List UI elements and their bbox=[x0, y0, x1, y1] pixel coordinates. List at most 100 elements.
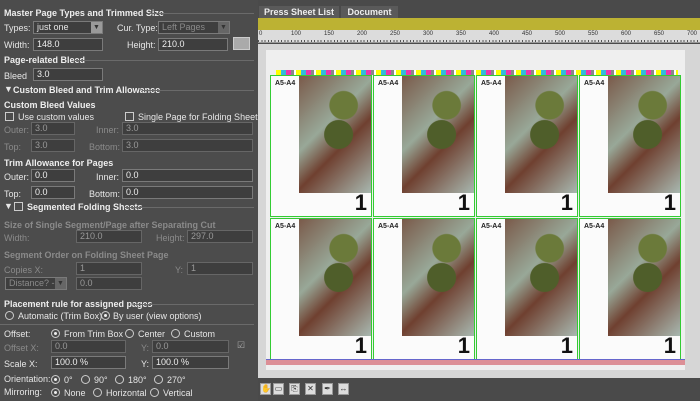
copies-y-input[interactable]: 1 bbox=[187, 262, 253, 275]
seg-height-label: Height: bbox=[156, 233, 185, 243]
orientation-270-radio[interactable] bbox=[154, 375, 163, 384]
segmented-checkbox[interactable] bbox=[14, 202, 23, 211]
copies-x-label: Copies X: bbox=[4, 265, 44, 275]
page-label: A5-A4 bbox=[378, 223, 399, 230]
page-thumbnail[interactable]: A5-A4 1 bbox=[270, 75, 372, 217]
mirroring-none-radio[interactable] bbox=[51, 388, 60, 397]
section-title[interactable]: Custom Bleed and Trim Allowance bbox=[13, 85, 160, 95]
page-thumbnail[interactable]: A5-A4 1 bbox=[476, 218, 578, 360]
page-thumbnail[interactable]: A5-A4 1 bbox=[270, 218, 372, 360]
orientation-90-radio[interactable] bbox=[81, 375, 90, 384]
page-thumbnail[interactable]: A5-A4 1 bbox=[476, 75, 578, 217]
subsection-title: Custom Bleed Values bbox=[4, 100, 96, 110]
from-trim-label: From Trim Box bbox=[64, 329, 124, 339]
page-number: 1 bbox=[354, 190, 367, 215]
types-select[interactable]: just one ▼ bbox=[33, 21, 103, 34]
cur-type-select[interactable]: Left Pages ▼ bbox=[158, 21, 230, 34]
bleed-outer-input[interactable]: 3.0 bbox=[31, 122, 75, 135]
top-label: Top: bbox=[4, 142, 22, 152]
page-image bbox=[505, 219, 577, 336]
ruler-tick-label: 500 bbox=[555, 31, 566, 37]
bleed-inner-input[interactable]: 3.0 bbox=[122, 122, 253, 135]
measure-tool-icon[interactable]: ↔ bbox=[338, 383, 349, 395]
page-number: 1 bbox=[560, 190, 573, 215]
page-thumbnail[interactable]: A5-A4 1 bbox=[579, 75, 681, 217]
trim-top-input[interactable]: 0.0 bbox=[31, 186, 75, 199]
page-label: A5-A4 bbox=[275, 223, 296, 230]
orientation-180-radio[interactable] bbox=[115, 375, 124, 384]
page-image bbox=[299, 76, 371, 193]
trim-bottom-input[interactable]: 0.0 bbox=[122, 186, 253, 199]
bleed-top-input[interactable]: 3.0 bbox=[31, 139, 75, 152]
mirroring-none-label: None bbox=[64, 388, 86, 398]
trim-outer-input[interactable]: 0.0 bbox=[31, 169, 75, 182]
custom-label: Custom bbox=[184, 329, 216, 339]
bleed-label: Bleed bbox=[4, 71, 28, 81]
frame-tool-icon[interactable]: ▭ bbox=[273, 383, 284, 395]
from-trim-box-radio[interactable] bbox=[51, 329, 60, 338]
apply-check-icon[interactable]: ☑ bbox=[237, 340, 245, 351]
collapse-arrow-icon[interactable]: ▼ bbox=[4, 84, 13, 94]
offset-x-input[interactable]: 0.0 bbox=[51, 340, 126, 353]
bottom-label: Bottom: bbox=[89, 142, 121, 152]
seg-height-input[interactable]: 297.0 bbox=[187, 230, 253, 243]
page-image bbox=[299, 219, 371, 336]
types-label: Types: bbox=[4, 23, 31, 33]
seg-width-label: Width: bbox=[4, 233, 30, 243]
by-user-radio[interactable] bbox=[101, 311, 110, 320]
ruler-tick-label: 600 bbox=[621, 31, 632, 37]
page-size-picker-button[interactable] bbox=[233, 37, 250, 50]
bleed-input[interactable]: 3.0 bbox=[33, 68, 103, 81]
ruler-tick-label: 550 bbox=[588, 31, 599, 37]
chevron-down-icon: ▼ bbox=[91, 22, 102, 33]
page-image bbox=[505, 76, 577, 193]
distance-input[interactable]: 0.0 bbox=[76, 277, 142, 290]
orientation-0-radio[interactable] bbox=[51, 375, 60, 384]
height-input[interactable]: 210.0 bbox=[158, 38, 228, 51]
ruler-tick-label: 0 bbox=[259, 31, 263, 37]
page-image bbox=[608, 76, 680, 193]
automatic-label: Automatic (Trim Box) bbox=[18, 311, 103, 321]
mirroring-horizontal-radio[interactable] bbox=[93, 388, 102, 397]
single-page-checkbox[interactable] bbox=[125, 112, 134, 121]
page-number: 1 bbox=[560, 333, 573, 358]
page-label: A5-A4 bbox=[378, 80, 399, 87]
inner-label: Inner: bbox=[96, 172, 120, 182]
orientation-label: Orientation: bbox=[4, 374, 51, 384]
press-sheet-canvas[interactable]: A5-A4 1 A5-A4 1 A5-A4 1 A5-A4 1 A5-A4 1 A5-A4 1 A5-A… bbox=[258, 44, 700, 378]
scale-x-input[interactable]: 100.0 % bbox=[51, 356, 126, 369]
single-page-label: Single Page for Folding Sheet bbox=[138, 112, 258, 122]
page-number: 1 bbox=[457, 333, 470, 358]
bleed-bottom-input[interactable]: 3.0 bbox=[122, 139, 253, 152]
page-thumbnail[interactable]: A5-A4 1 bbox=[373, 218, 475, 360]
mirroring-vertical-radio[interactable] bbox=[150, 388, 159, 397]
page-thumbnail[interactable]: A5-A4 1 bbox=[373, 75, 475, 217]
chevron-down-icon: ▼ bbox=[218, 22, 229, 33]
pages-tool-icon[interactable]: ⎘ bbox=[289, 383, 300, 395]
mirroring-label: Mirroring: bbox=[4, 387, 43, 397]
page-label: A5-A4 bbox=[584, 80, 605, 87]
seg-width-input[interactable]: 210.0 bbox=[76, 230, 142, 243]
layout-panel: Master Page Types and Trimmed Size Types… bbox=[0, 0, 258, 401]
hand-tool-icon[interactable]: ✋ bbox=[260, 383, 271, 395]
custom-radio[interactable] bbox=[171, 329, 180, 338]
offset-y-input[interactable]: 0.0 bbox=[152, 340, 229, 353]
scale-y-input[interactable]: 100.0 % bbox=[152, 356, 229, 369]
trim-inner-input[interactable]: 0.0 bbox=[122, 169, 253, 182]
distance-select[interactable]: Distance? - ? ▼ bbox=[5, 277, 67, 290]
automatic-radio[interactable] bbox=[5, 311, 14, 320]
page-label: A5-A4 bbox=[584, 223, 605, 230]
use-custom-values-checkbox[interactable] bbox=[5, 112, 14, 121]
fit-tool-icon[interactable]: ✕ bbox=[305, 383, 316, 395]
center-radio[interactable] bbox=[125, 329, 134, 338]
width-input[interactable]: 148.0 bbox=[33, 38, 103, 51]
orientation-0-label: 0° bbox=[64, 375, 73, 385]
copies-x-input[interactable]: 1 bbox=[76, 262, 142, 275]
pen-tool-icon[interactable]: ✒ bbox=[322, 383, 333, 395]
collapse-arrow-icon[interactable]: ▼ bbox=[4, 201, 13, 211]
use-custom-label: Use custom values bbox=[18, 112, 95, 122]
preview-panel: Press Sheet List Document 0 100 150 200 250 3… bbox=[258, 0, 700, 401]
page-thumbnail[interactable]: A5-A4 1 bbox=[579, 218, 681, 360]
subsection-title: Size of Single Segment/Page after Separa… bbox=[4, 220, 216, 230]
ruler-tick-label: 250 bbox=[390, 31, 401, 37]
